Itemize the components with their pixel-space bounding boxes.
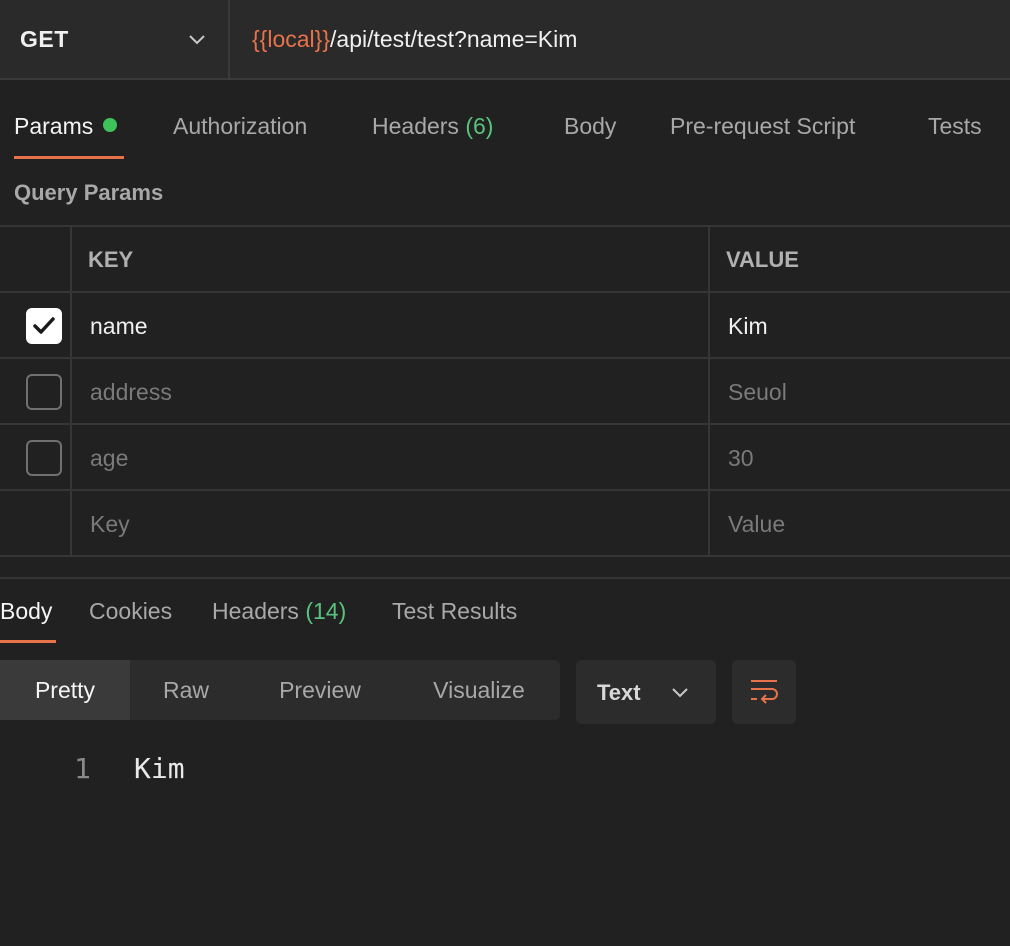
param-value-input[interactable]: 30 [728, 445, 754, 472]
format-dropdown[interactable]: Text [576, 660, 716, 724]
url-variable: {{local}} [252, 26, 331, 52]
param-checkbox[interactable] [26, 440, 62, 476]
column-divider[interactable] [708, 227, 710, 557]
tab-pre-request-script[interactable]: Pre-request Script [670, 113, 855, 140]
column-divider [70, 227, 72, 557]
view-mode-visualize[interactable]: Visualize [398, 660, 560, 720]
active-tab-underline [14, 156, 124, 159]
tab-headers[interactable]: Headers (6) [372, 113, 493, 140]
new-key-input[interactable]: Key [90, 511, 130, 538]
wrap-lines-button[interactable] [732, 660, 796, 724]
query-params-table: KEY VALUE name Kim address Seuol age 30 … [0, 225, 1010, 557]
response-tab-cookies[interactable]: Cookies [89, 598, 172, 625]
param-key-input[interactable]: address [90, 379, 172, 406]
param-checkbox[interactable] [26, 308, 62, 344]
view-mode-raw[interactable]: Raw [130, 660, 242, 720]
check-icon [33, 317, 55, 334]
query-params-title: Query Params [14, 180, 164, 205]
param-key-input[interactable]: name [90, 313, 148, 340]
param-checkbox[interactable] [26, 374, 62, 410]
tab-label: Params [14, 113, 94, 139]
value-column-header: VALUE [726, 247, 799, 272]
url-path: /api/test/test?name=Kim [330, 26, 578, 52]
table-row: address Seuol [0, 359, 1010, 425]
tab-tests[interactable]: Tests [928, 113, 982, 140]
view-mode-pretty[interactable]: Pretty [0, 660, 130, 720]
response-body-line: Kim [134, 752, 185, 785]
pane-divider[interactable] [0, 577, 1010, 579]
response-tab-test-results[interactable]: Test Results [392, 598, 517, 625]
view-mode-selector: Pretty Raw Preview Visualize [0, 660, 560, 720]
table-row: name Kim [0, 293, 1010, 359]
tab-label: Headers [212, 598, 299, 624]
request-tabs: Params Authorization Headers (6) Body Pr… [0, 80, 1010, 170]
param-value-input[interactable]: Seuol [728, 379, 787, 406]
response-tab-headers[interactable]: Headers (14) [212, 598, 346, 625]
status-dot-icon [103, 118, 118, 132]
active-tab-underline [0, 640, 56, 643]
response-tab-body[interactable]: Body [0, 598, 52, 625]
line-number: 1 [74, 752, 91, 785]
headers-count: (6) [465, 113, 494, 139]
param-value-input[interactable]: Kim [728, 313, 768, 340]
tab-authorization[interactable]: Authorization [173, 113, 307, 140]
chevron-down-icon [670, 682, 690, 707]
url-bar: GET {{local}}/api/test/test?name=Kim [0, 0, 1010, 80]
table-header-row: KEY VALUE [0, 227, 1010, 293]
wrap-lines-icon [751, 680, 778, 704]
chevron-down-icon [186, 28, 208, 50]
table-row-new: Key Value [0, 491, 1010, 557]
key-column-header: KEY [88, 247, 134, 272]
tab-body[interactable]: Body [564, 113, 616, 140]
url-input[interactable]: {{local}}/api/test/test?name=Kim [252, 26, 577, 53]
method-selector[interactable]: GET [0, 0, 230, 78]
table-row: age 30 [0, 425, 1010, 491]
format-label: Text [597, 680, 641, 705]
new-value-input[interactable]: Value [728, 511, 785, 538]
tab-params[interactable]: Params [14, 113, 118, 140]
tab-label: Headers [372, 113, 459, 139]
param-key-input[interactable]: age [90, 445, 128, 472]
method-label: GET [20, 26, 69, 52]
view-mode-preview[interactable]: Preview [242, 660, 398, 720]
headers-count: (14) [305, 598, 347, 624]
